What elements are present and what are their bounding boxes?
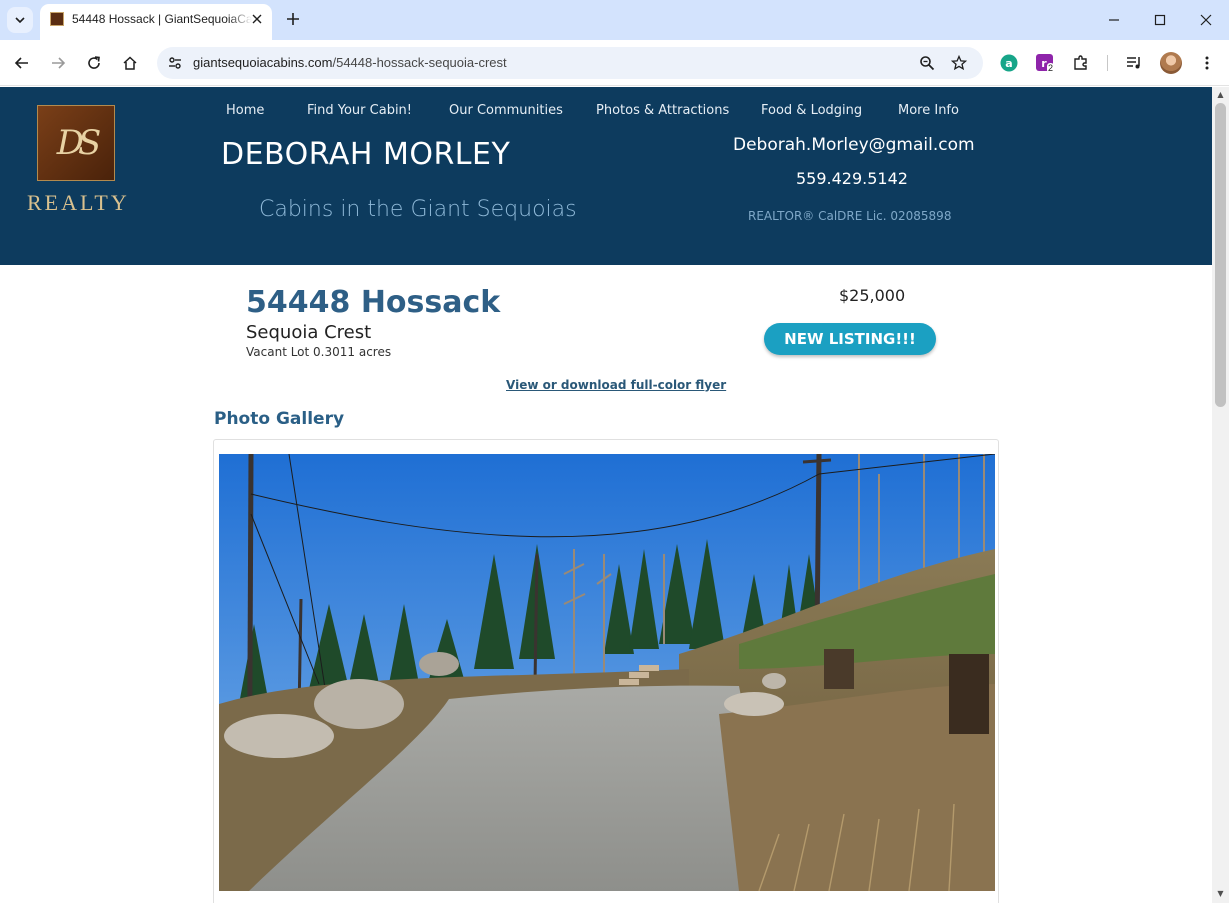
license-text: REALTOR® CalDRE Lic. 02085898 xyxy=(748,209,952,223)
zoom-icon xyxy=(920,56,935,71)
home-button[interactable] xyxy=(116,49,144,77)
arrow-left-icon xyxy=(14,57,28,69)
reload-button[interactable] xyxy=(80,49,108,77)
media-control-button[interactable] xyxy=(1122,51,1146,75)
scroll-up-arrow-icon[interactable]: ▲ xyxy=(1216,90,1225,99)
chevron-down-icon xyxy=(15,17,25,24)
logo-text[interactable]: REALTY xyxy=(27,190,127,216)
svg-text:a: a xyxy=(1005,57,1012,70)
extension-a-button[interactable]: a xyxy=(997,51,1021,75)
address-bar[interactable]: giantsequoiacabins.com/54448-hossack-seq… xyxy=(157,47,983,79)
back-button[interactable] xyxy=(8,49,36,77)
minimize-icon xyxy=(1109,19,1119,21)
site-tagline: Cabins in the Giant Sequoias xyxy=(259,197,577,222)
listing-description: Vacant Lot 0.3011 acres xyxy=(246,345,392,359)
url-domain: giantsequoiacabins.com xyxy=(193,55,333,70)
nav-photos-attractions[interactable]: Photos & Attractions xyxy=(596,103,729,118)
contact-email-link[interactable]: Deborah.Morley@gmail.com xyxy=(733,135,975,155)
media-queue-icon xyxy=(1127,57,1140,69)
arrow-right-icon xyxy=(52,57,66,69)
tab-search-button[interactable] xyxy=(7,7,33,33)
close-icon xyxy=(252,14,262,24)
browser-toolbar: giantsequoiacabins.com/54448-hossack-seq… xyxy=(0,40,1229,86)
scrollbar-thumb[interactable] xyxy=(1215,103,1226,407)
agent-name: DEBORAH MORLEY xyxy=(221,137,511,172)
nav-our-communities[interactable]: Our Communities xyxy=(449,103,563,118)
site-info-button[interactable] xyxy=(163,51,187,75)
forward-button[interactable] xyxy=(44,49,72,77)
profile-avatar[interactable] xyxy=(1160,52,1182,74)
gallery-photo[interactable] xyxy=(219,454,995,891)
maximize-button[interactable] xyxy=(1142,6,1178,34)
url-text[interactable]: giantsequoiacabins.com/54448-hossack-seq… xyxy=(193,55,507,70)
url-path: /54448-hossack-sequoia-crest xyxy=(332,55,507,70)
star-icon xyxy=(951,55,967,71)
tab-close-button[interactable] xyxy=(248,10,266,28)
tab-strip: 54448 Hossack | GiantSequoiaCabins xyxy=(0,0,1229,40)
photo-gallery xyxy=(213,439,999,903)
browser-tab[interactable]: 54448 Hossack | GiantSequoiaCabins xyxy=(40,4,272,40)
contact-phone-link[interactable]: 559.429.5142 xyxy=(796,169,908,188)
plus-icon xyxy=(287,13,299,25)
browser-menu-button[interactable] xyxy=(1195,51,1219,75)
nav-food-lodging[interactable]: Food & Lodging xyxy=(761,103,862,118)
zoom-button[interactable] xyxy=(915,51,939,75)
minimize-button[interactable] xyxy=(1096,6,1132,34)
nav-find-your-cabin[interactable]: Find Your Cabin! xyxy=(307,103,412,118)
site-favicon-icon xyxy=(50,12,64,26)
listing-price: $25,000 xyxy=(839,286,906,305)
toolbar-divider xyxy=(1107,55,1108,71)
scroll-down-arrow-icon[interactable]: ▼ xyxy=(1216,889,1225,898)
extension-r-button[interactable]: r 2 xyxy=(1033,51,1057,75)
listing-title: 54448 Hossack xyxy=(246,285,501,320)
extensions-menu-button[interactable] xyxy=(1069,51,1093,75)
page-viewport: DS REALTY Home Find Your Cabin! Our Comm… xyxy=(0,87,1212,903)
logo-monogram: DS xyxy=(56,123,101,163)
photo-gallery-heading: Photo Gallery xyxy=(214,409,345,429)
property-photo xyxy=(219,454,995,891)
bookmark-button[interactable] xyxy=(947,51,971,75)
flyer-download-link[interactable]: View or download full-color flyer xyxy=(506,378,726,392)
nav-more-info[interactable]: More Info xyxy=(898,103,959,118)
maximize-icon xyxy=(1154,14,1166,26)
tune-icon xyxy=(169,57,181,69)
more-vert-icon xyxy=(1205,56,1209,70)
close-icon xyxy=(1200,14,1212,26)
tab-title: 54448 Hossack | GiantSequoiaCabins xyxy=(72,12,252,26)
home-icon xyxy=(123,56,137,70)
reload-icon xyxy=(88,56,100,69)
new-listing-badge: NEW LISTING!!! xyxy=(764,323,936,355)
page-scrollbar[interactable]: ▲ ▼ xyxy=(1212,87,1229,903)
amazon-assistant-icon: a xyxy=(1000,54,1018,72)
listing-community: Sequoia Crest xyxy=(246,322,372,343)
site-logo[interactable]: DS xyxy=(37,105,115,181)
new-tab-button[interactable] xyxy=(282,8,304,30)
close-window-button[interactable] xyxy=(1188,6,1224,34)
nav-home[interactable]: Home xyxy=(226,103,264,118)
extension-badge: 2 xyxy=(1047,63,1055,73)
site-header: DS REALTY Home Find Your Cabin! Our Comm… xyxy=(0,87,1212,265)
puzzle-icon xyxy=(1074,55,1087,70)
